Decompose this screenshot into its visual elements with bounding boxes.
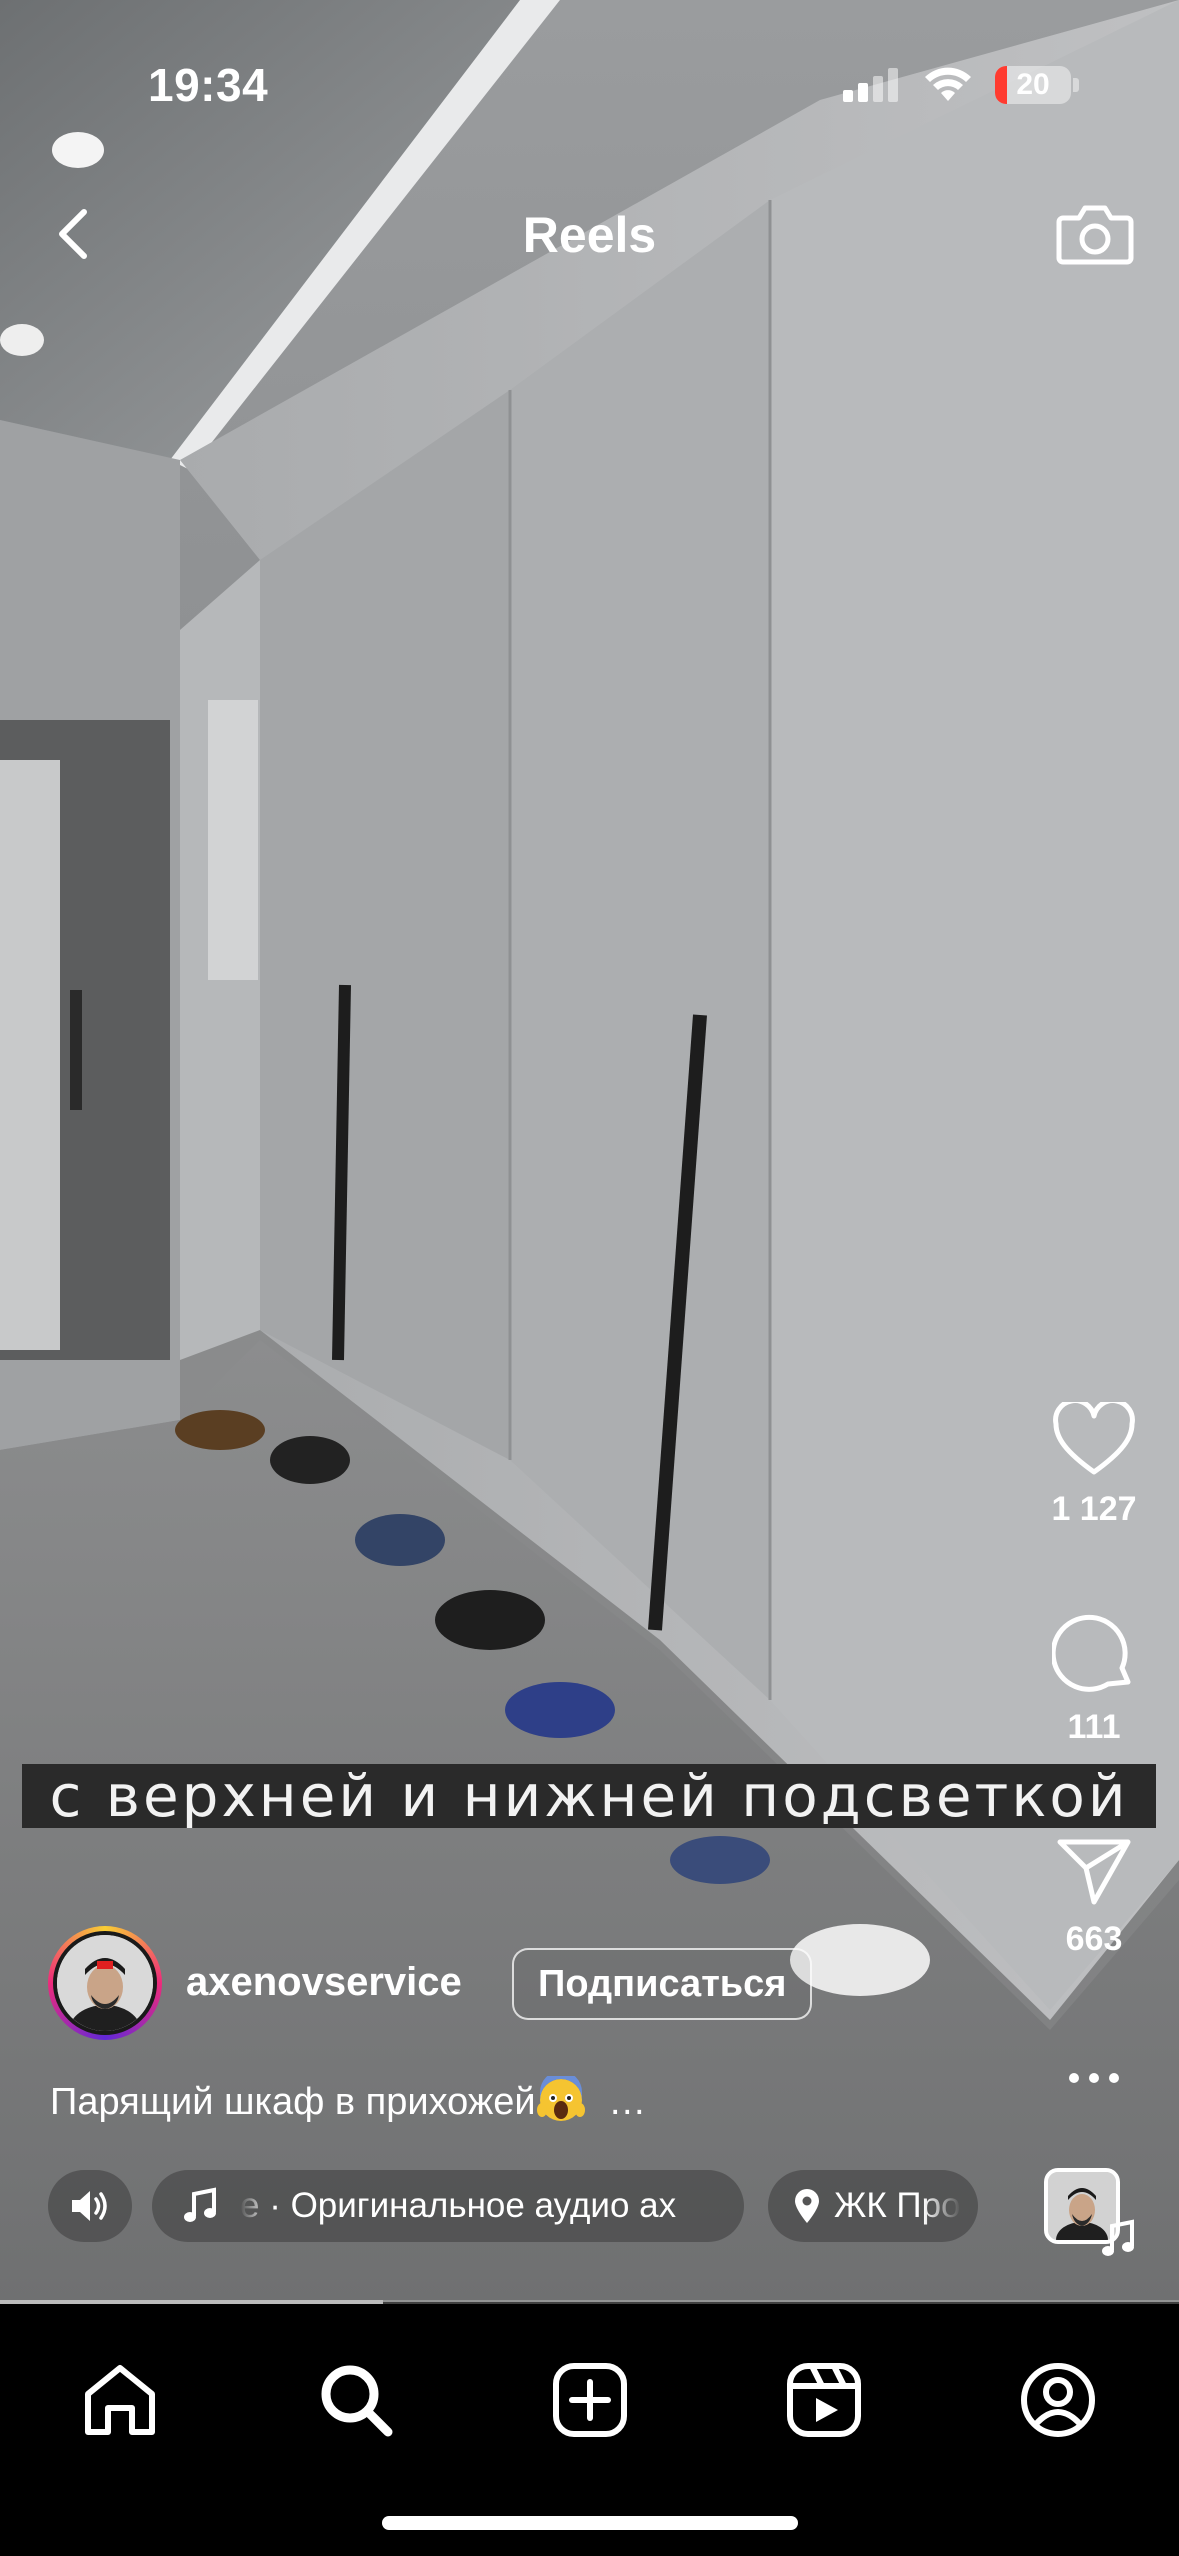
status-icons: 20 [843, 66, 1079, 104]
share-count: 663 [1065, 1920, 1123, 1958]
create-icon [553, 2363, 627, 2437]
tab-create[interactable] [548, 2358, 632, 2442]
profile-icon [1021, 2363, 1095, 2437]
description-text: Парящий шкаф в прихожей [50, 2081, 536, 2123]
send-icon [1057, 1839, 1131, 1905]
share-button[interactable]: 663 [1039, 1836, 1149, 1959]
follow-button[interactable]: Подписаться [512, 1948, 813, 2020]
camera-icon [1056, 205, 1134, 265]
camera-button[interactable] [1055, 196, 1135, 272]
audio-label: е · Оригинальное аудио ах [240, 2186, 677, 2225]
location-label: ЖК Про [834, 2186, 961, 2225]
tab-profile[interactable] [1016, 2358, 1100, 2442]
like-count: 1 127 [1051, 1490, 1137, 1528]
wifi-icon [925, 67, 971, 101]
home-indicator [382, 2516, 798, 2530]
author-avatar[interactable] [48, 1926, 162, 2040]
comment-icon [1052, 1614, 1131, 1692]
battery-icon: 20 [995, 66, 1071, 104]
author-username[interactable]: axenovservice [186, 1960, 462, 2005]
avatar [53, 1931, 157, 2035]
tab-search[interactable] [314, 2358, 398, 2442]
battery-percent: 20 [1016, 68, 1050, 101]
more-icon [1069, 2073, 1119, 2083]
audio-note-icon [1102, 2219, 1134, 2256]
heart-icon [1053, 1402, 1135, 1475]
screaming-face-emoji-icon [536, 2076, 585, 2121]
post-description[interactable]: Парящий шкаф в прихожей … [50, 2076, 646, 2124]
description-more[interactable]: … [608, 2081, 646, 2123]
music-note-icon [184, 2187, 216, 2222]
home-icon [85, 2365, 155, 2435]
reels-icon [787, 2363, 861, 2437]
avatar-portrait [57, 1935, 153, 2031]
sound-toggle-button[interactable] [48, 2170, 132, 2242]
video-subtitle: с верхней и нижней подсветкой [22, 1762, 1156, 1830]
location-pin-icon [795, 2189, 819, 2223]
battery-cap [1073, 78, 1079, 92]
page-title: Reels [522, 207, 657, 263]
speaker-icon [72, 2191, 107, 2221]
tab-reels[interactable] [782, 2358, 866, 2442]
like-button[interactable]: 1 127 [1039, 1402, 1149, 1529]
comment-button[interactable]: 111 [1039, 1612, 1149, 1747]
audio-attribution[interactable]: е · Оригинальное аудио ах [152, 2170, 744, 2242]
status-time: 19:34 [148, 59, 269, 111]
comment-count: 111 [1067, 1708, 1121, 1746]
tab-home[interactable] [78, 2358, 162, 2442]
search-icon [321, 2365, 393, 2437]
more-options-button[interactable] [1039, 2058, 1149, 2098]
location-tag[interactable]: ЖК Про [768, 2170, 978, 2242]
subtitle-text: с верхней и нижней подсветкой [49, 1762, 1129, 1830]
cellular-signal-icon [843, 68, 898, 102]
